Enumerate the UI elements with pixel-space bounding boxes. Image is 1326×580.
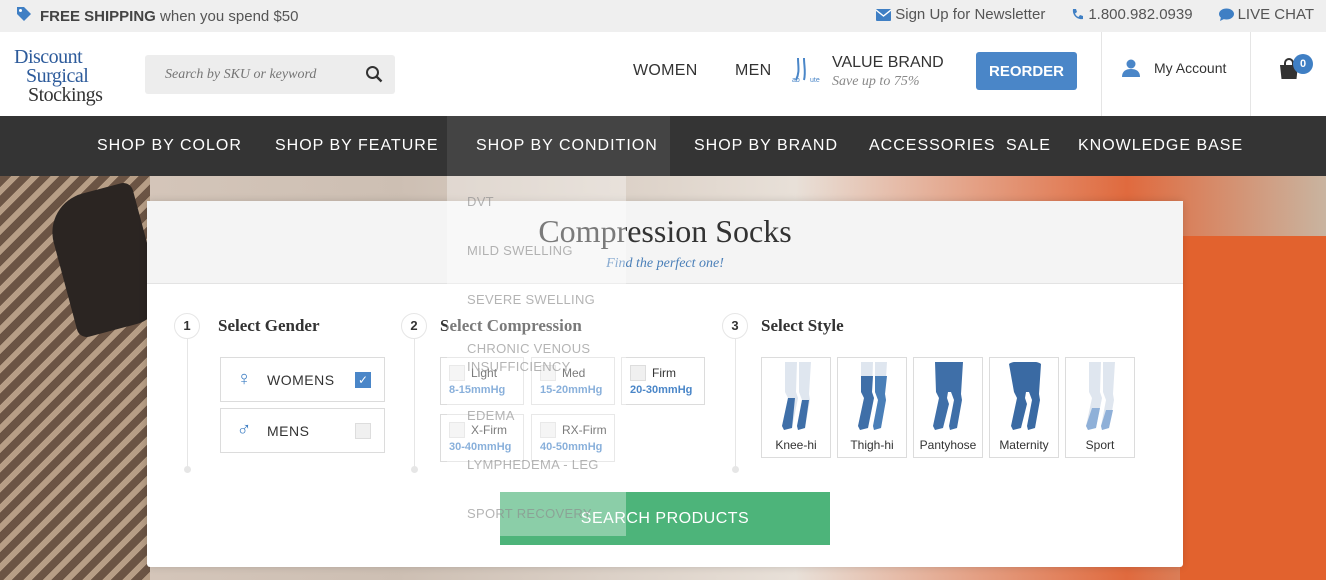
style-option-sport[interactable]: Sport — [1065, 357, 1135, 458]
step-label: Select Style — [761, 316, 844, 335]
gender-option-womens[interactable]: ♀ WOMENS ✓ — [220, 357, 385, 402]
top-bar: FREE SHIPPING when you spend $50 Sign Up… — [0, 0, 1326, 32]
free-shipping-label: FREE SHIPPING — [40, 7, 156, 25]
category-nav: SHOP BY COLOR SHOP BY FEATURE SHOP BY CO… — [0, 116, 1326, 176]
divider — [1101, 32, 1102, 116]
value-brand-subtitle: Save up to 75% — [832, 74, 920, 89]
style-label: Knee-hi — [775, 438, 817, 452]
search-input[interactable] — [145, 55, 360, 94]
svg-text:ab: ab — [792, 77, 800, 84]
newsletter-link[interactable]: Sign Up for Newsletter — [876, 6, 1045, 23]
style-option-pantyhose[interactable]: Pantyhose — [913, 357, 983, 458]
step-number: 3 — [722, 313, 748, 339]
compression-range: 20-30mmHg — [630, 384, 693, 396]
pantyhose-icon — [933, 362, 963, 430]
value-brand-link[interactable]: ab ute VALUE BRAND Save up to 75% — [790, 54, 944, 90]
gender-label: MENS — [267, 422, 310, 439]
gender-option-mens[interactable]: ♂ MENS — [220, 408, 385, 453]
style-label: Sport — [1085, 438, 1115, 452]
style-option-maternity[interactable]: Maternity — [989, 357, 1059, 458]
nav-knowledge-base[interactable]: KNOWLEDGE BASE — [1078, 116, 1243, 176]
nav-women[interactable]: WOMEN — [633, 62, 698, 80]
dropdown-item-lymphedema-leg[interactable]: LYMPHEDEMA - LEG — [467, 456, 617, 474]
site-logo[interactable]: Discount Surgical Stockings — [14, 47, 103, 105]
sport-sock-icon — [1086, 362, 1115, 430]
step-style: 3 Select Style — [722, 313, 844, 339]
compression-option-firm[interactable]: Firm 20-30mmHg — [621, 357, 705, 405]
nav-sale[interactable]: SALE — [1006, 116, 1051, 176]
step-number: 1 — [174, 313, 200, 339]
dropdown-item-edema[interactable]: EDEMA — [467, 407, 617, 425]
gender-label: WOMENS — [267, 371, 335, 388]
live-chat-label: LIVE CHAT — [1237, 6, 1314, 23]
style-option-knee-hi[interactable]: Knee-hi — [761, 357, 831, 458]
my-account-link[interactable]: My Account — [1122, 59, 1226, 77]
male-symbol-icon: ♂ — [236, 419, 252, 441]
finder-subtitle: Find the perfect one! — [606, 256, 724, 271]
dropdown-item-dvt[interactable]: DVT — [467, 193, 617, 211]
free-shipping-detail: when you spend $50 — [160, 7, 299, 25]
divider — [1250, 32, 1251, 116]
nav-shop-by-brand[interactable]: SHOP BY BRAND — [694, 116, 838, 176]
svg-text:ute: ute — [810, 77, 820, 84]
my-account-label: My Account — [1154, 60, 1227, 76]
nav-accessories[interactable]: ACCESSORIES — [869, 116, 996, 176]
envelope-icon — [876, 8, 892, 21]
tag-icon — [16, 6, 32, 26]
cart-count-badge: 0 — [1293, 54, 1313, 74]
value-brand-logo-icon: ab ute — [792, 57, 820, 84]
dropdown-item-severe-swelling[interactable]: SEVERE SWELLING — [467, 291, 617, 309]
womens-checkbox[interactable]: ✓ — [355, 371, 371, 388]
compression-name: Firm — [652, 366, 676, 380]
nav-shop-by-feature[interactable]: SHOP BY FEATURE — [275, 116, 438, 176]
finder-title: Compression Socks — [538, 213, 792, 249]
dropdown-item-sport-recovery[interactable]: SPORT RECOVERY — [467, 505, 617, 523]
mens-checkbox[interactable] — [355, 422, 371, 439]
style-label: Maternity — [999, 438, 1049, 452]
maternity-stocking-icon — [1009, 362, 1041, 430]
user-icon — [1122, 59, 1140, 77]
search-icon[interactable] — [365, 65, 383, 83]
nav-shop-by-condition[interactable]: SHOP BY CONDITION — [447, 116, 670, 176]
chat-bubble-icon — [1218, 8, 1234, 21]
product-finder-panel: Compression Socks Find the perfect one! … — [147, 201, 1183, 567]
finder-header: Compression Socks Find the perfect one! — [147, 201, 1183, 284]
dropdown-item-mild-swelling[interactable]: MILD SWELLING — [467, 242, 617, 260]
site-header: Discount Surgical Stockings WOMEN MEN ab… — [0, 32, 1326, 116]
phone-link[interactable]: 1.800.982.0939 — [1071, 6, 1193, 23]
step-gender: 1 Select Gender — [174, 313, 320, 339]
free-shipping-banner: FREE SHIPPING when you spend $50 — [16, 6, 298, 26]
nav-men[interactable]: MEN — [735, 62, 771, 80]
value-brand-title: VALUE BRAND — [832, 54, 944, 71]
style-label: Pantyhose — [919, 438, 977, 452]
knee-hi-stocking-icon — [782, 362, 811, 430]
checkbox[interactable] — [630, 365, 646, 381]
step-number: 2 — [401, 313, 427, 339]
phone-number: 1.800.982.0939 — [1088, 6, 1193, 23]
step-label: Select Gender — [218, 316, 320, 335]
female-symbol-icon: ♀ — [236, 368, 252, 390]
style-option-thigh-hi[interactable]: Thigh-hi — [837, 357, 907, 458]
phone-icon — [1073, 9, 1084, 20]
newsletter-label: Sign Up for Newsletter — [895, 6, 1046, 23]
reorder-button[interactable]: REORDER — [976, 52, 1077, 90]
thigh-hi-stocking-icon — [858, 362, 887, 430]
shop-by-condition-dropdown: DVT MILD SWELLING SEVERE SWELLING CHRONI… — [447, 176, 626, 536]
dropdown-item-chronic-venous-insufficiency[interactable]: CHRONIC VENOUS INSUFFICIENCY — [467, 340, 617, 376]
search-box — [145, 55, 395, 94]
live-chat-link[interactable]: LIVE CHAT — [1218, 6, 1314, 23]
style-label: Thigh-hi — [850, 438, 894, 452]
nav-shop-by-color[interactable]: SHOP BY COLOR — [97, 116, 242, 176]
